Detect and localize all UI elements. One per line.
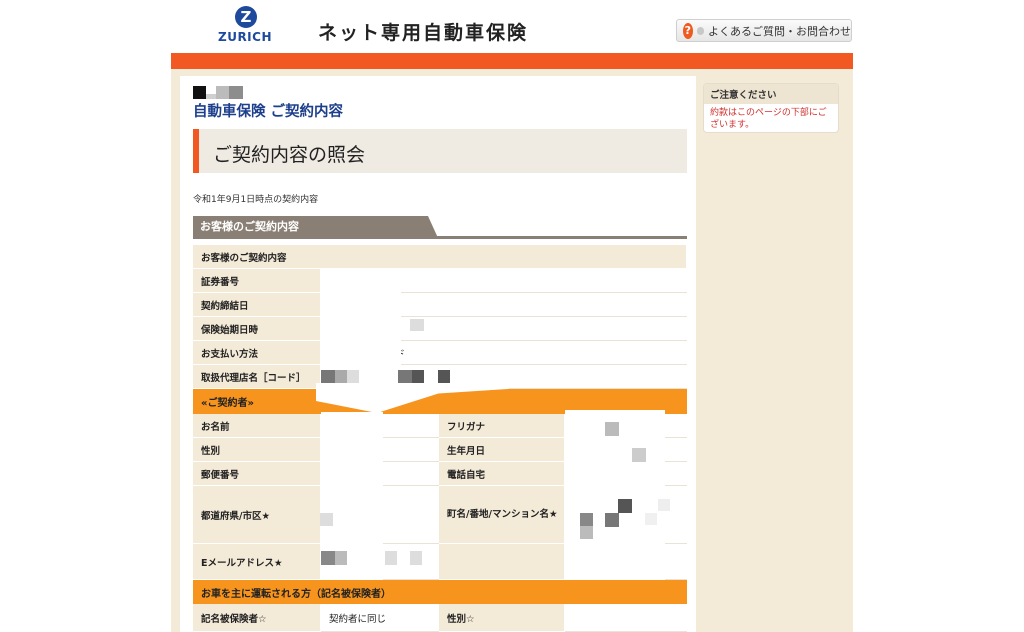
label-name: お名前 <box>193 414 321 438</box>
question-icon: ? <box>683 22 693 39</box>
label-furigana: フリガナ <box>439 414 565 438</box>
value-insured-gender <box>565 604 687 632</box>
tab-customer-contract: お客様のご契約内容 <box>193 216 438 238</box>
label-insured-gender: 性別☆ <box>439 604 565 632</box>
zurich-logo-text: ZURICH <box>218 30 272 44</box>
label-start-datetime: 保険始期日時 <box>193 317 321 341</box>
label-agency: 取扱代理店名［コード］ <box>193 365 321 389</box>
page-heading: ご契約内容の照会 <box>213 144 366 166</box>
empty-label-cell <box>439 544 565 580</box>
section-title: 自動車保険 ご契約内容 <box>193 104 344 120</box>
zurich-logo: Z ZURICH <box>214 6 276 46</box>
faq-contact-button[interactable]: ? よくあるご質問・お問合わせ <box>676 19 852 42</box>
label-postal-code: 郵便番号 <box>193 462 321 486</box>
label-birthdate: 生年月日 <box>439 438 565 462</box>
tab-underline <box>193 236 687 239</box>
page-heading-box: ご契約内容の照会 <box>193 129 687 173</box>
label-phone-home: 電話自宅 <box>439 462 565 486</box>
zurich-logo-icon: Z <box>235 6 257 28</box>
site-title: ネット専用自動車保険 <box>318 22 529 44</box>
table-row-contract-header: お客様のご契約内容 <box>193 245 687 269</box>
label-payment-method: お支払い方法 <box>193 341 321 365</box>
notice-body: 約款はこのページの下部にございます。 <box>710 108 827 130</box>
label-address-detail: 町名/番地/マンション名★ <box>439 486 565 544</box>
label-prefecture-city: 都道府県/市区★ <box>193 486 321 544</box>
label-email: Eメールアドレス★ <box>193 544 321 580</box>
header-accent-bar <box>171 53 853 69</box>
contract-date-line: 令和1年9月1日時点の契約内容 <box>193 195 319 205</box>
driver-section-header: お車を主に運転される方（記名被保険者） <box>193 580 687 604</box>
toggle-icon <box>696 26 704 35</box>
label-insured-name: 記名被保険者☆ <box>193 604 321 632</box>
notice-title: ご注意ください <box>704 84 838 104</box>
label-contract-date: 契約締結日 <box>193 293 321 317</box>
faq-button-label: よくあるご質問・お問合わせ <box>708 24 851 38</box>
notice-box: ご注意ください 約款はこのページの下部にございます。 <box>703 83 839 133</box>
value-insured-name: 契約者に同じ <box>321 604 439 632</box>
label-gender: 性別 <box>193 438 321 462</box>
label-policy-number: 証券番号 <box>193 269 321 293</box>
